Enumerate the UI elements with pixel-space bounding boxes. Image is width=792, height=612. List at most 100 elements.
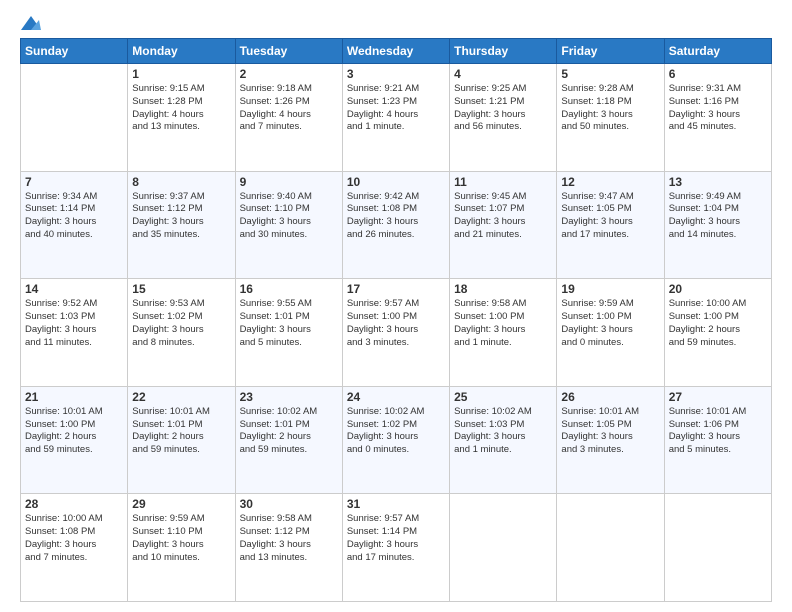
header-row: SundayMondayTuesdayWednesdayThursdayFrid… [21,39,772,64]
day-cell: 10 Sunrise: 9:42 AM Sunset: 1:08 PM Dayli… [342,171,449,279]
page: SundayMondayTuesdayWednesdayThursdayFrid… [0,0,792,612]
day-cell: 12 Sunrise: 9:47 AM Sunset: 1:05 PM Dayli… [557,171,664,279]
day-cell [664,494,771,602]
day-info: Sunrise: 9:59 AM Sunset: 1:10 PM Dayligh… [132,513,230,564]
day-number: 1 [132,67,230,81]
day-number: 6 [669,67,767,81]
day-number: 3 [347,67,445,81]
day-info: Sunrise: 9:57 AM Sunset: 1:14 PM Dayligh… [347,513,445,564]
day-cell: 3 Sunrise: 9:21 AM Sunset: 1:23 PM Daylig… [342,64,449,172]
day-info: Sunrise: 10:01 AM Sunset: 1:01 PM Daylig… [132,406,230,457]
day-cell: 6 Sunrise: 9:31 AM Sunset: 1:16 PM Daylig… [664,64,771,172]
day-info: Sunrise: 9:42 AM Sunset: 1:08 PM Dayligh… [347,191,445,242]
col-header-thursday: Thursday [450,39,557,64]
day-cell: 26 Sunrise: 10:01 AM Sunset: 1:05 PM Dayl… [557,386,664,494]
day-number: 15 [132,282,230,296]
day-number: 20 [669,282,767,296]
day-cell: 13Sunrise: 9:49 AM Sunset: 1:04 PM Dayli… [664,171,771,279]
day-cell: 17Sunrise: 9:57 AM Sunset: 1:00 PM Dayli… [342,279,449,387]
day-info: Sunrise: 9:40 AM Sunset: 1:10 PM Dayligh… [240,191,338,242]
day-info: Sunrise: 9:28 AM Sunset: 1:18 PM Dayligh… [561,83,659,134]
day-number: 14 [25,282,123,296]
day-cell [21,64,128,172]
day-info: Sunrise: 9:52 AM Sunset: 1:03 PM Dayligh… [25,298,123,349]
col-header-monday: Monday [128,39,235,64]
day-cell: 5Sunrise: 9:28 AM Sunset: 1:18 PM Daylig… [557,64,664,172]
day-info: Sunrise: 9:49 AM Sunset: 1:04 PM Dayligh… [669,191,767,242]
calendar-table: SundayMondayTuesdayWednesdayThursdayFrid… [20,38,772,602]
day-cell: 25 Sunrise: 10:02 AM Sunset: 1:03 PM Dayl… [450,386,557,494]
day-info: Sunrise: 9:59 AM Sunset: 1:00 PM Dayligh… [561,298,659,349]
logo [20,16,42,28]
day-cell: 15 Sunrise: 9:53 AM Sunset: 1:02 PM Dayli… [128,279,235,387]
day-number: 24 [347,390,445,404]
day-number: 28 [25,497,123,511]
day-cell: 9Sunrise: 9:40 AM Sunset: 1:10 PM Daylig… [235,171,342,279]
day-number: 19 [561,282,659,296]
col-header-wednesday: Wednesday [342,39,449,64]
day-cell: 30 Sunrise: 9:58 AM Sunset: 1:12 PM Dayli… [235,494,342,602]
day-number: 21 [25,390,123,404]
week-row-2: 7 Sunrise: 9:34 AM Sunset: 1:14 PM Daylig… [21,171,772,279]
day-info: Sunrise: 9:34 AM Sunset: 1:14 PM Dayligh… [25,191,123,242]
day-number: 2 [240,67,338,81]
day-cell: 2 Sunrise: 9:18 AM Sunset: 1:26 PM Daylig… [235,64,342,172]
day-info: Sunrise: 9:47 AM Sunset: 1:05 PM Dayligh… [561,191,659,242]
day-info: Sunrise: 9:21 AM Sunset: 1:23 PM Dayligh… [347,83,445,134]
col-header-sunday: Sunday [21,39,128,64]
logo-icon [21,16,41,32]
day-cell: 24 Sunrise: 10:02 AM Sunset: 1:02 PM Dayl… [342,386,449,494]
day-cell: 8 Sunrise: 9:37 AM Sunset: 1:12 PM Daylig… [128,171,235,279]
col-header-saturday: Saturday [664,39,771,64]
header [20,16,772,28]
week-row-5: 28 Sunrise: 10:00 AM Sunset: 1:08 PM Dayl… [21,494,772,602]
day-number: 7 [25,175,123,189]
day-info: Sunrise: 9:18 AM Sunset: 1:26 PM Dayligh… [240,83,338,134]
day-cell [450,494,557,602]
week-row-3: 14 Sunrise: 9:52 AM Sunset: 1:03 PM Dayli… [21,279,772,387]
col-header-friday: Friday [557,39,664,64]
day-info: Sunrise: 9:31 AM Sunset: 1:16 PM Dayligh… [669,83,767,134]
day-info: Sunrise: 10:01 AM Sunset: 1:05 PM Daylig… [561,406,659,457]
day-number: 17 [347,282,445,296]
day-cell: 22 Sunrise: 10:01 AM Sunset: 1:01 PM Dayl… [128,386,235,494]
day-info: Sunrise: 9:58 AM Sunset: 1:12 PM Dayligh… [240,513,338,564]
day-info: Sunrise: 9:55 AM Sunset: 1:01 PM Dayligh… [240,298,338,349]
day-info: Sunrise: 10:02 AM Sunset: 1:02 PM Daylig… [347,406,445,457]
day-info: Sunrise: 10:02 AM Sunset: 1:03 PM Daylig… [454,406,552,457]
day-number: 25 [454,390,552,404]
day-number: 23 [240,390,338,404]
day-number: 16 [240,282,338,296]
day-number: 11 [454,175,552,189]
day-number: 8 [132,175,230,189]
day-info: Sunrise: 10:00 AM Sunset: 1:08 PM Daylig… [25,513,123,564]
day-info: Sunrise: 9:37 AM Sunset: 1:12 PM Dayligh… [132,191,230,242]
day-number: 4 [454,67,552,81]
day-cell: 14 Sunrise: 9:52 AM Sunset: 1:03 PM Dayli… [21,279,128,387]
day-number: 18 [454,282,552,296]
day-cell: 16 Sunrise: 9:55 AM Sunset: 1:01 PM Dayli… [235,279,342,387]
day-number: 26 [561,390,659,404]
day-number: 30 [240,497,338,511]
day-info: Sunrise: 9:45 AM Sunset: 1:07 PM Dayligh… [454,191,552,242]
day-info: Sunrise: 9:58 AM Sunset: 1:00 PM Dayligh… [454,298,552,349]
day-cell [557,494,664,602]
day-cell: 19 Sunrise: 9:59 AM Sunset: 1:00 PM Dayli… [557,279,664,387]
day-cell: 21 Sunrise: 10:01 AM Sunset: 1:00 PM Dayl… [21,386,128,494]
day-info: Sunrise: 10:01 AM Sunset: 1:00 PM Daylig… [25,406,123,457]
week-row-1: 1 Sunrise: 9:15 AM Sunset: 1:28 PM Daylig… [21,64,772,172]
day-number: 27 [669,390,767,404]
day-info: Sunrise: 9:15 AM Sunset: 1:28 PM Dayligh… [132,83,230,134]
day-cell: 4Sunrise: 9:25 AM Sunset: 1:21 PM Daylig… [450,64,557,172]
day-cell: 27Sunrise: 10:01 AM Sunset: 1:06 PM Dayl… [664,386,771,494]
day-cell: 31Sunrise: 9:57 AM Sunset: 1:14 PM Dayli… [342,494,449,602]
day-cell: 18 Sunrise: 9:58 AM Sunset: 1:00 PM Dayli… [450,279,557,387]
day-cell: 29 Sunrise: 9:59 AM Sunset: 1:10 PM Dayli… [128,494,235,602]
day-number: 22 [132,390,230,404]
day-number: 10 [347,175,445,189]
day-number: 29 [132,497,230,511]
day-cell: 20Sunrise: 10:00 AM Sunset: 1:00 PM Dayl… [664,279,771,387]
day-cell: 7 Sunrise: 9:34 AM Sunset: 1:14 PM Daylig… [21,171,128,279]
day-number: 12 [561,175,659,189]
day-info: Sunrise: 9:53 AM Sunset: 1:02 PM Dayligh… [132,298,230,349]
